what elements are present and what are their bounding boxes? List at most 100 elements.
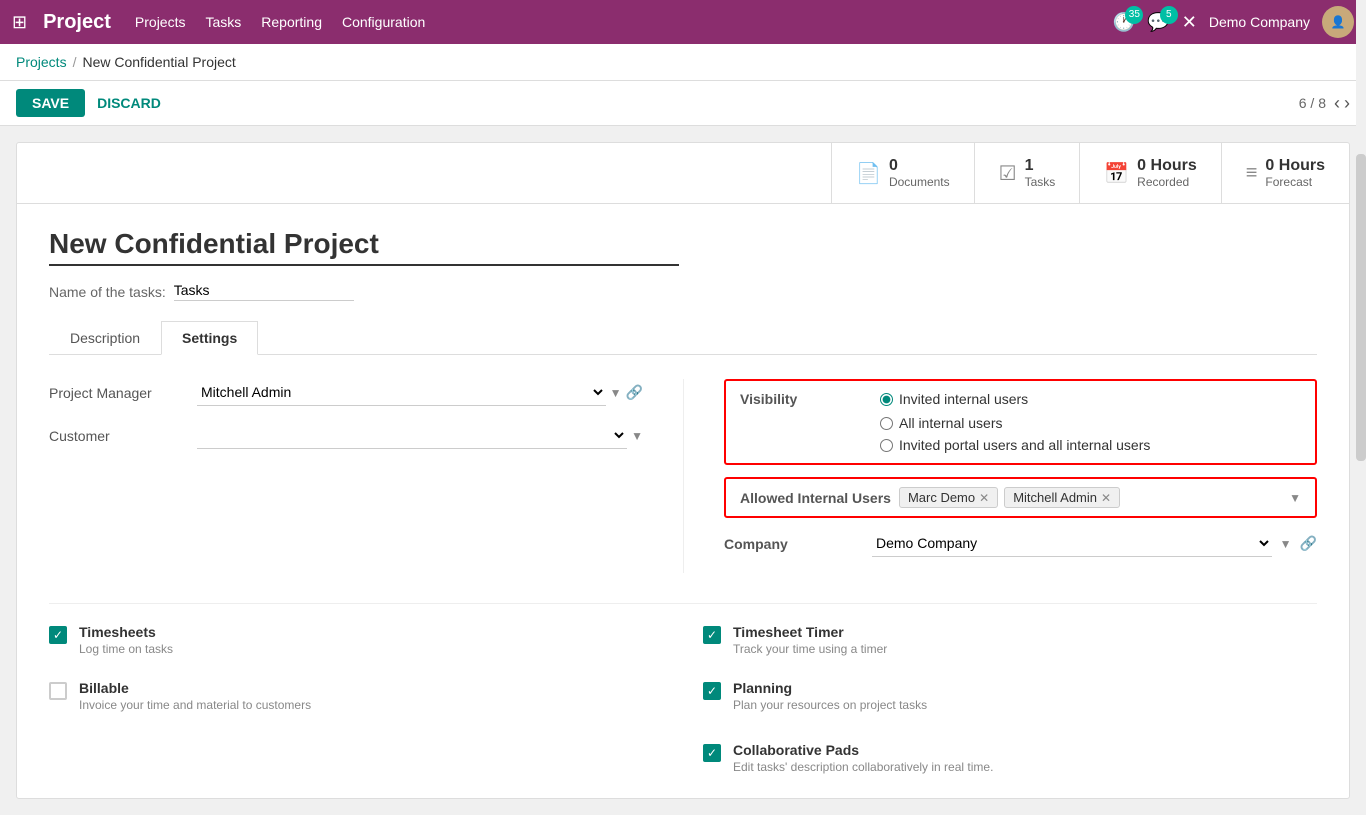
visibility-all-internal[interactable]: All internal users	[880, 415, 1301, 431]
project-manager-label: Project Manager	[49, 385, 189, 401]
project-manager-external-link[interactable]: 🔗	[626, 384, 643, 401]
tag-mitchell-admin-label: Mitchell Admin	[1013, 490, 1097, 505]
stat-hours-forecast[interactable]: ≡ 0 Hours Forecast	[1221, 143, 1349, 203]
allowed-users-label: Allowed Internal Users	[740, 490, 891, 506]
settings-tabs: Description Settings	[49, 321, 1317, 355]
checkboxes-grid-2: ✓ Collaborative Pads Edit tasks' descrip…	[49, 722, 1317, 774]
settings-left: Project Manager Mitchell Admin ▼ 🔗 Custo…	[49, 379, 683, 573]
hours-recorded-icon: 📅	[1104, 161, 1129, 186]
tag-mitchell-admin-remove[interactable]: ✕	[1101, 491, 1111, 505]
stat-tasks-text: 1 Tasks	[1025, 157, 1056, 189]
billable-checkbox[interactable]	[49, 682, 67, 700]
checkbox-billable: Billable Invoice your time and material …	[49, 680, 663, 712]
planning-checkbox[interactable]: ✓	[703, 682, 721, 700]
activity-badge: 35	[1125, 6, 1143, 24]
tab-description[interactable]: Description	[49, 321, 161, 355]
action-bar: SAVE DISCARD 6 / 8 ‹ ›	[0, 81, 1366, 126]
hours-forecast-count: 0 Hours	[1265, 157, 1325, 175]
pager-prev[interactable]: ‹	[1334, 93, 1340, 114]
customer-label: Customer	[49, 428, 189, 444]
customer-row: Customer ▼	[49, 422, 643, 449]
visibility-radio-portal[interactable]	[880, 439, 893, 452]
allowed-users-section: Allowed Internal Users Marc Demo ✕ Mitch…	[724, 477, 1317, 518]
scrollbar-thumb[interactable]	[1356, 154, 1366, 461]
main-content: 📄 0 Documents ☑ 1 Tasks 📅 0 Hours Record…	[0, 126, 1366, 815]
customer-select[interactable]	[197, 422, 627, 449]
allowed-users-dropdown[interactable]: ▼	[1289, 491, 1301, 505]
checkbox-timer: ✓ Timesheet Timer Track your time using …	[703, 624, 1317, 656]
nav-reporting[interactable]: Reporting	[261, 14, 322, 30]
timesheets-title: Timesheets	[79, 624, 173, 640]
content-card: 📄 0 Documents ☑ 1 Tasks 📅 0 Hours Record…	[16, 142, 1350, 799]
project-name-input[interactable]	[49, 228, 679, 266]
planning-desc: Plan your resources on project tasks	[733, 698, 927, 712]
billable-title: Billable	[79, 680, 311, 696]
activity-button[interactable]: 🕐 35	[1113, 12, 1135, 33]
timer-title: Timesheet Timer	[733, 624, 887, 640]
task-name-input[interactable]	[174, 282, 354, 301]
stat-documents[interactable]: 📄 0 Documents	[831, 143, 974, 203]
visibility-label: Visibility	[740, 391, 880, 407]
messages-badge: 5	[1160, 6, 1178, 24]
tag-marc-demo-remove[interactable]: ✕	[979, 491, 989, 505]
collab-desc-2: Edit tasks' description collaboratively …	[733, 760, 993, 774]
project-manager-input-wrap: Mitchell Admin ▼ 🔗	[197, 379, 643, 406]
checkboxes-grid: ✓ Timesheets Log time on tasks ✓ Timeshe…	[49, 603, 1317, 712]
close-icon[interactable]: ✕	[1182, 12, 1197, 33]
hours-forecast-label: Forecast	[1265, 175, 1325, 189]
tab-settings[interactable]: Settings	[161, 321, 258, 355]
hours-forecast-icon: ≡	[1246, 162, 1258, 185]
timesheets-desc: Log time on tasks	[79, 642, 173, 656]
timer-content: Timesheet Timer Track your time using a …	[733, 624, 887, 656]
collab-content-2: Collaborative Pads Edit tasks' descripti…	[733, 742, 993, 774]
visibility-radio-all[interactable]	[880, 417, 893, 430]
project-manager-select[interactable]: Mitchell Admin	[197, 379, 606, 406]
save-button[interactable]: SAVE	[16, 89, 85, 117]
collab-checkbox-2[interactable]: ✓	[703, 744, 721, 762]
task-name-row: Name of the tasks:	[49, 282, 1317, 301]
project-manager-dropdown-icon: ▼	[610, 386, 622, 400]
company-row: Company Demo Company ▼ 🔗	[724, 530, 1317, 557]
tag-marc-demo: Marc Demo ✕	[899, 487, 998, 508]
planning-content: Planning Plan your resources on project …	[733, 680, 927, 712]
stat-tasks[interactable]: ☑ 1 Tasks	[974, 143, 1080, 203]
documents-icon: 📄	[856, 161, 881, 186]
stat-hours-recorded[interactable]: 📅 0 Hours Recorded	[1079, 143, 1220, 203]
planning-title: Planning	[733, 680, 927, 696]
visibility-section: Visibility Invited internal users All in…	[724, 379, 1317, 465]
company-external-link[interactable]: 🔗	[1300, 535, 1317, 552]
grid-menu-icon[interactable]: ⊞	[12, 12, 27, 33]
nav-projects[interactable]: Projects	[135, 14, 186, 30]
tasks-count: 1	[1025, 157, 1056, 175]
timesheets-content: Timesheets Log time on tasks	[79, 624, 173, 656]
billable-content: Billable Invoice your time and material …	[79, 680, 311, 712]
nav-tasks[interactable]: Tasks	[205, 14, 241, 30]
task-name-label: Name of the tasks:	[49, 284, 166, 300]
pager-next[interactable]: ›	[1344, 93, 1350, 114]
visibility-portal[interactable]: Invited portal users and all internal us…	[880, 437, 1301, 453]
tag-marc-demo-label: Marc Demo	[908, 490, 975, 505]
pager-text: 6 / 8	[1299, 95, 1326, 111]
checkbox-planning: ✓ Planning Plan your resources on projec…	[703, 680, 1317, 712]
timesheets-checkbox[interactable]: ✓	[49, 626, 67, 644]
tag-mitchell-admin: Mitchell Admin ✕	[1004, 487, 1120, 508]
nav-configuration[interactable]: Configuration	[342, 14, 425, 30]
breadcrumb-parent[interactable]: Projects	[16, 54, 67, 70]
form-area: Name of the tasks: Description Settings …	[17, 204, 1349, 798]
top-navigation: ⊞ Project Projects Tasks Reporting Confi…	[0, 0, 1366, 44]
visibility-radio-invited[interactable]	[880, 393, 893, 406]
visibility-portal-label: Invited portal users and all internal us…	[899, 437, 1150, 453]
messages-button[interactable]: 💬 5	[1147, 12, 1169, 33]
timer-checkbox[interactable]: ✓	[703, 626, 721, 644]
hours-recorded-label: Recorded	[1137, 175, 1197, 189]
company-select[interactable]: Demo Company	[872, 530, 1272, 557]
user-avatar[interactable]: 👤	[1322, 6, 1354, 38]
discard-button[interactable]: DISCARD	[97, 95, 161, 111]
hours-recorded-count: 0 Hours	[1137, 157, 1197, 175]
breadcrumb-current: New Confidential Project	[82, 54, 235, 70]
visibility-invited-internal[interactable]: Invited internal users	[880, 391, 1028, 407]
stat-hours-forecast-text: 0 Hours Forecast	[1265, 157, 1325, 189]
visibility-invited-label: Invited internal users	[899, 391, 1028, 407]
breadcrumb-separator: /	[73, 54, 77, 70]
company-label: Company	[724, 536, 864, 552]
